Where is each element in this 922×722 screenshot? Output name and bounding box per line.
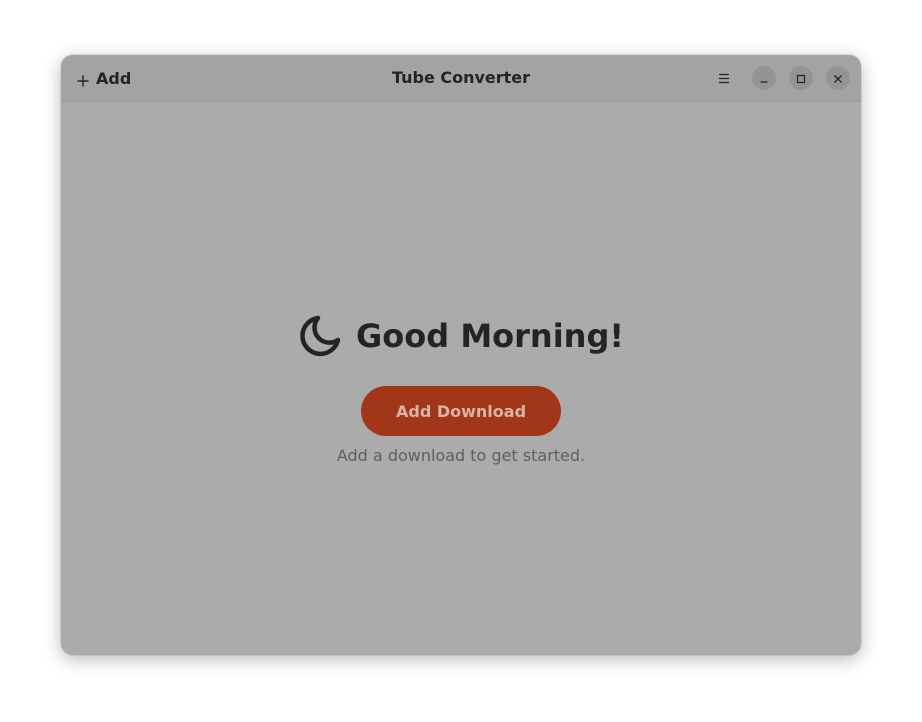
hamburger-menu-icon [718,69,730,88]
maximize-icon [796,69,806,88]
minimize-button[interactable] [752,66,776,90]
add-download-button[interactable]: Add Download [361,386,561,436]
desktop: Add Tube Converter Good Morning! Add Dow… [0,0,922,722]
close-icon [833,69,843,88]
main-content: Good Morning! Add Download Add a downloa… [61,102,861,655]
add-button[interactable]: Add [71,62,137,94]
moon-icon [298,314,342,358]
app-window: Add Tube Converter Good Morning! Add Dow… [61,55,861,655]
header-bar: Add Tube Converter [61,55,861,102]
plus-icon [77,72,89,87]
main-menu-button[interactable] [711,65,737,91]
greeting-row: Good Morning! [61,314,861,358]
window-title: Tube Converter [391,68,531,87]
maximize-button[interactable] [789,66,813,90]
close-button[interactable] [826,66,850,90]
greeting-title: Good Morning! [356,317,624,355]
add-button-label: Add [96,68,132,88]
minimize-icon [759,69,769,88]
empty-state-hint: Add a download to get started. [336,446,586,465]
